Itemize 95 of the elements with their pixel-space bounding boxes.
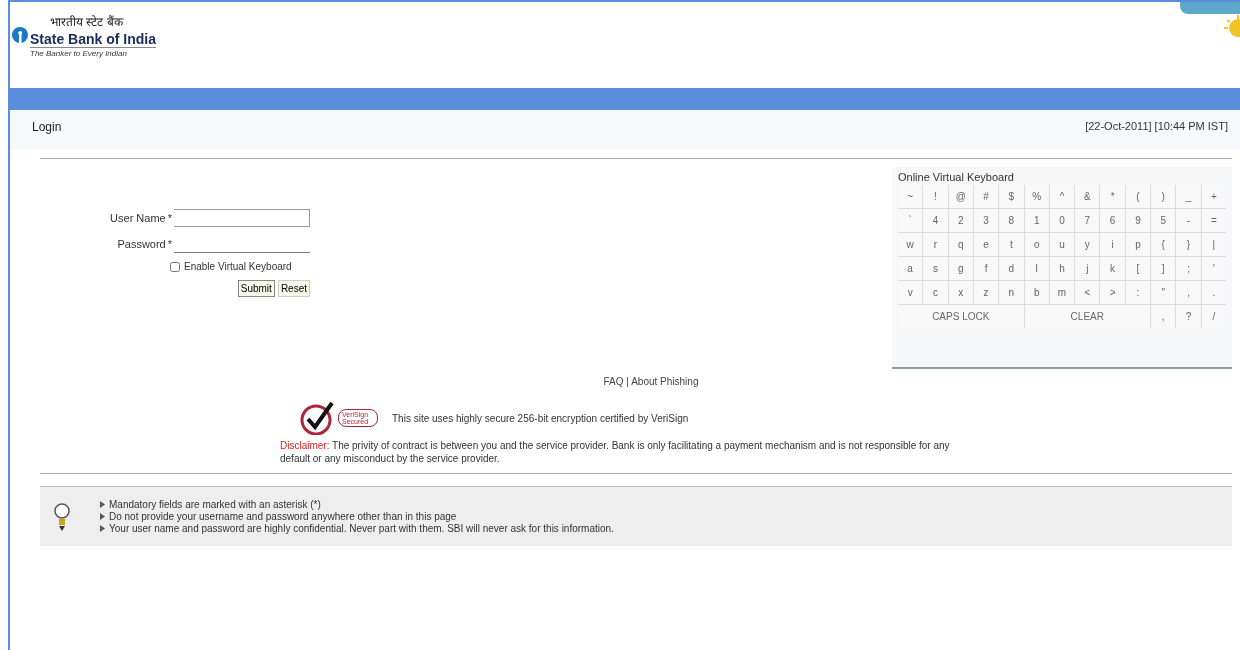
keyboard-key[interactable]: : bbox=[1125, 281, 1151, 304]
keyboard-key[interactable]: CAPS LOCK bbox=[898, 305, 1024, 328]
keyboard-key[interactable]: = bbox=[1201, 209, 1226, 232]
keyboard-key[interactable]: @ bbox=[948, 185, 973, 208]
keyboard-key[interactable]: CLEAR bbox=[1024, 305, 1151, 328]
keyboard-key[interactable]: ^ bbox=[1049, 185, 1075, 208]
phishing-link[interactable]: About Phishing bbox=[631, 376, 699, 387]
keyboard-key[interactable]: ) bbox=[1151, 185, 1176, 208]
keyboard-key[interactable]: 7 bbox=[1075, 209, 1100, 232]
keyboard-key[interactable]: d bbox=[999, 257, 1024, 280]
tip-text: Mandatory fields are marked with an asterisk (*) bbox=[109, 498, 321, 511]
keyboard-key[interactable]: ~ bbox=[898, 185, 923, 208]
keyboard-key[interactable]: , bbox=[1176, 281, 1201, 304]
keyboard-key[interactable]: 3 bbox=[973, 209, 999, 232]
keyboard-key[interactable]: o bbox=[1024, 233, 1049, 256]
keyboard-key[interactable]: r bbox=[923, 233, 948, 256]
keyboard-key[interactable]: + bbox=[1201, 185, 1226, 208]
keyboard-key[interactable]: w bbox=[898, 233, 923, 256]
keyboard-key[interactable]: { bbox=[1151, 233, 1176, 256]
keyboard-key[interactable]: k bbox=[1100, 257, 1125, 280]
disclaimer-text: Disclaimer: The privity of contract is between you and the service provider. Bank is only facilitating a payment mechanism and is not responsible for any default or any misconduct by the service provider. bbox=[280, 439, 951, 465]
keyboard-key[interactable]: c bbox=[923, 281, 948, 304]
keyboard-key[interactable]: i bbox=[1100, 233, 1125, 256]
keyboard-key[interactable]: 6 bbox=[1100, 209, 1125, 232]
keyboard-key[interactable]: ' bbox=[1201, 257, 1226, 280]
checkmark-icon bbox=[300, 401, 336, 435]
keyboard-key[interactable]: b bbox=[1024, 281, 1049, 304]
keyboard-key[interactable]: 1 bbox=[1024, 209, 1049, 232]
bank-hindi-name: भारतीय स्टेट बैंक bbox=[50, 13, 125, 30]
keyboard-key[interactable]: v bbox=[898, 281, 923, 304]
keyboard-key[interactable]: g bbox=[948, 257, 973, 280]
tip-text: Do not provide your username and password anywhere other than in this page bbox=[109, 510, 457, 523]
keyboard-key[interactable]: ; bbox=[1176, 257, 1201, 280]
keyboard-key[interactable]: h bbox=[1049, 257, 1075, 280]
required-mark: * bbox=[167, 238, 172, 250]
keyboard-key[interactable]: l bbox=[1024, 257, 1049, 280]
security-note: This site uses highly secure 256-bit encryption certified by VeriSign bbox=[392, 412, 689, 424]
keyboard-key[interactable]: [ bbox=[1125, 257, 1151, 280]
keyboard-key[interactable]: z bbox=[973, 281, 999, 304]
keyboard-key[interactable]: 0 bbox=[1049, 209, 1075, 232]
keyboard-key[interactable]: _ bbox=[1176, 185, 1201, 208]
keyboard-key[interactable]: ] bbox=[1151, 257, 1176, 280]
keyboard-key[interactable]: s bbox=[923, 257, 948, 280]
keyboard-key[interactable]: y bbox=[1075, 233, 1100, 256]
checkbox-label: Enable Virtual Keyboard bbox=[184, 261, 292, 272]
keyboard-key[interactable]: 9 bbox=[1125, 209, 1151, 232]
keyboard-key[interactable]: ? bbox=[1176, 305, 1201, 328]
keyboard-key[interactable]: e bbox=[973, 233, 999, 256]
keyboard-key[interactable]: $ bbox=[999, 185, 1024, 208]
page-title: Login bbox=[32, 120, 62, 134]
keyboard-key[interactable]: u bbox=[1049, 233, 1075, 256]
checkbox[interactable] bbox=[170, 261, 180, 272]
keyboard-title: Online Virtual Keyboard bbox=[898, 171, 1015, 183]
keyboard-key[interactable]: x bbox=[948, 281, 973, 304]
keyboard-key[interactable]: / bbox=[1201, 305, 1226, 328]
keyboard-key[interactable]: * bbox=[1100, 185, 1125, 208]
keyboard-key[interactable]: f bbox=[973, 257, 999, 280]
date-time: [22-Oct-2011] [10:44 PM IST] bbox=[1085, 120, 1228, 132]
keyboard-key[interactable]: ! bbox=[923, 185, 948, 208]
username-field[interactable] bbox=[174, 209, 310, 227]
keyboard-key[interactable]: ` bbox=[898, 209, 923, 232]
keyboard-key[interactable]: " bbox=[1151, 281, 1176, 304]
keyboard-key[interactable]: & bbox=[1075, 185, 1100, 208]
keyboard-key[interactable]: < bbox=[1075, 281, 1100, 304]
keyboard-key[interactable]: m bbox=[1049, 281, 1075, 304]
keyboard-key[interactable]: j bbox=[1075, 257, 1100, 280]
reset-button[interactable]: Reset bbox=[277, 280, 310, 297]
keyboard-key[interactable]: a bbox=[898, 257, 923, 280]
keyboard-key[interactable]: n bbox=[999, 281, 1024, 304]
keyboard-key[interactable]: q bbox=[948, 233, 973, 256]
keyboard-key[interactable]: > bbox=[1100, 281, 1125, 304]
keyboard-key[interactable]: | bbox=[1201, 233, 1226, 256]
keyboard-key[interactable]: } bbox=[1176, 233, 1201, 256]
bank-tagline: The Banker to Every Indian bbox=[30, 48, 128, 58]
keyboard-key[interactable]: 5 bbox=[1151, 209, 1176, 232]
keyboard-key[interactable]: 8 bbox=[999, 209, 1024, 232]
keyboard-key[interactable]: % bbox=[1024, 185, 1049, 208]
bank-name: State Bank of India bbox=[30, 30, 157, 48]
faq-link[interactable]: FAQ bbox=[603, 376, 624, 387]
link-separator: | bbox=[626, 376, 629, 387]
light-bulb-icon bbox=[54, 501, 70, 532]
keyboard-key[interactable]: t bbox=[999, 233, 1024, 256]
field-label: Password bbox=[117, 238, 166, 250]
keyboard-key[interactable]: ( bbox=[1125, 185, 1151, 208]
tip-text: Your user name and password are highly confidential. Never part with them. SBI will never ask for this information. bbox=[109, 522, 614, 535]
keyboard-key[interactable]: - bbox=[1176, 209, 1201, 232]
keyboard-key[interactable]: p bbox=[1125, 233, 1151, 256]
keyboard-key[interactable]: , bbox=[1151, 305, 1176, 328]
keyboard-key[interactable]: 4 bbox=[923, 209, 948, 232]
keyboard-key[interactable]: # bbox=[973, 185, 999, 208]
submit-button[interactable]: Submit bbox=[237, 280, 275, 297]
keyboard-key[interactable]: . bbox=[1201, 281, 1226, 304]
required-mark: * bbox=[167, 212, 172, 224]
keyboard-key[interactable]: 2 bbox=[948, 209, 973, 232]
field-label: User Name bbox=[110, 212, 166, 224]
